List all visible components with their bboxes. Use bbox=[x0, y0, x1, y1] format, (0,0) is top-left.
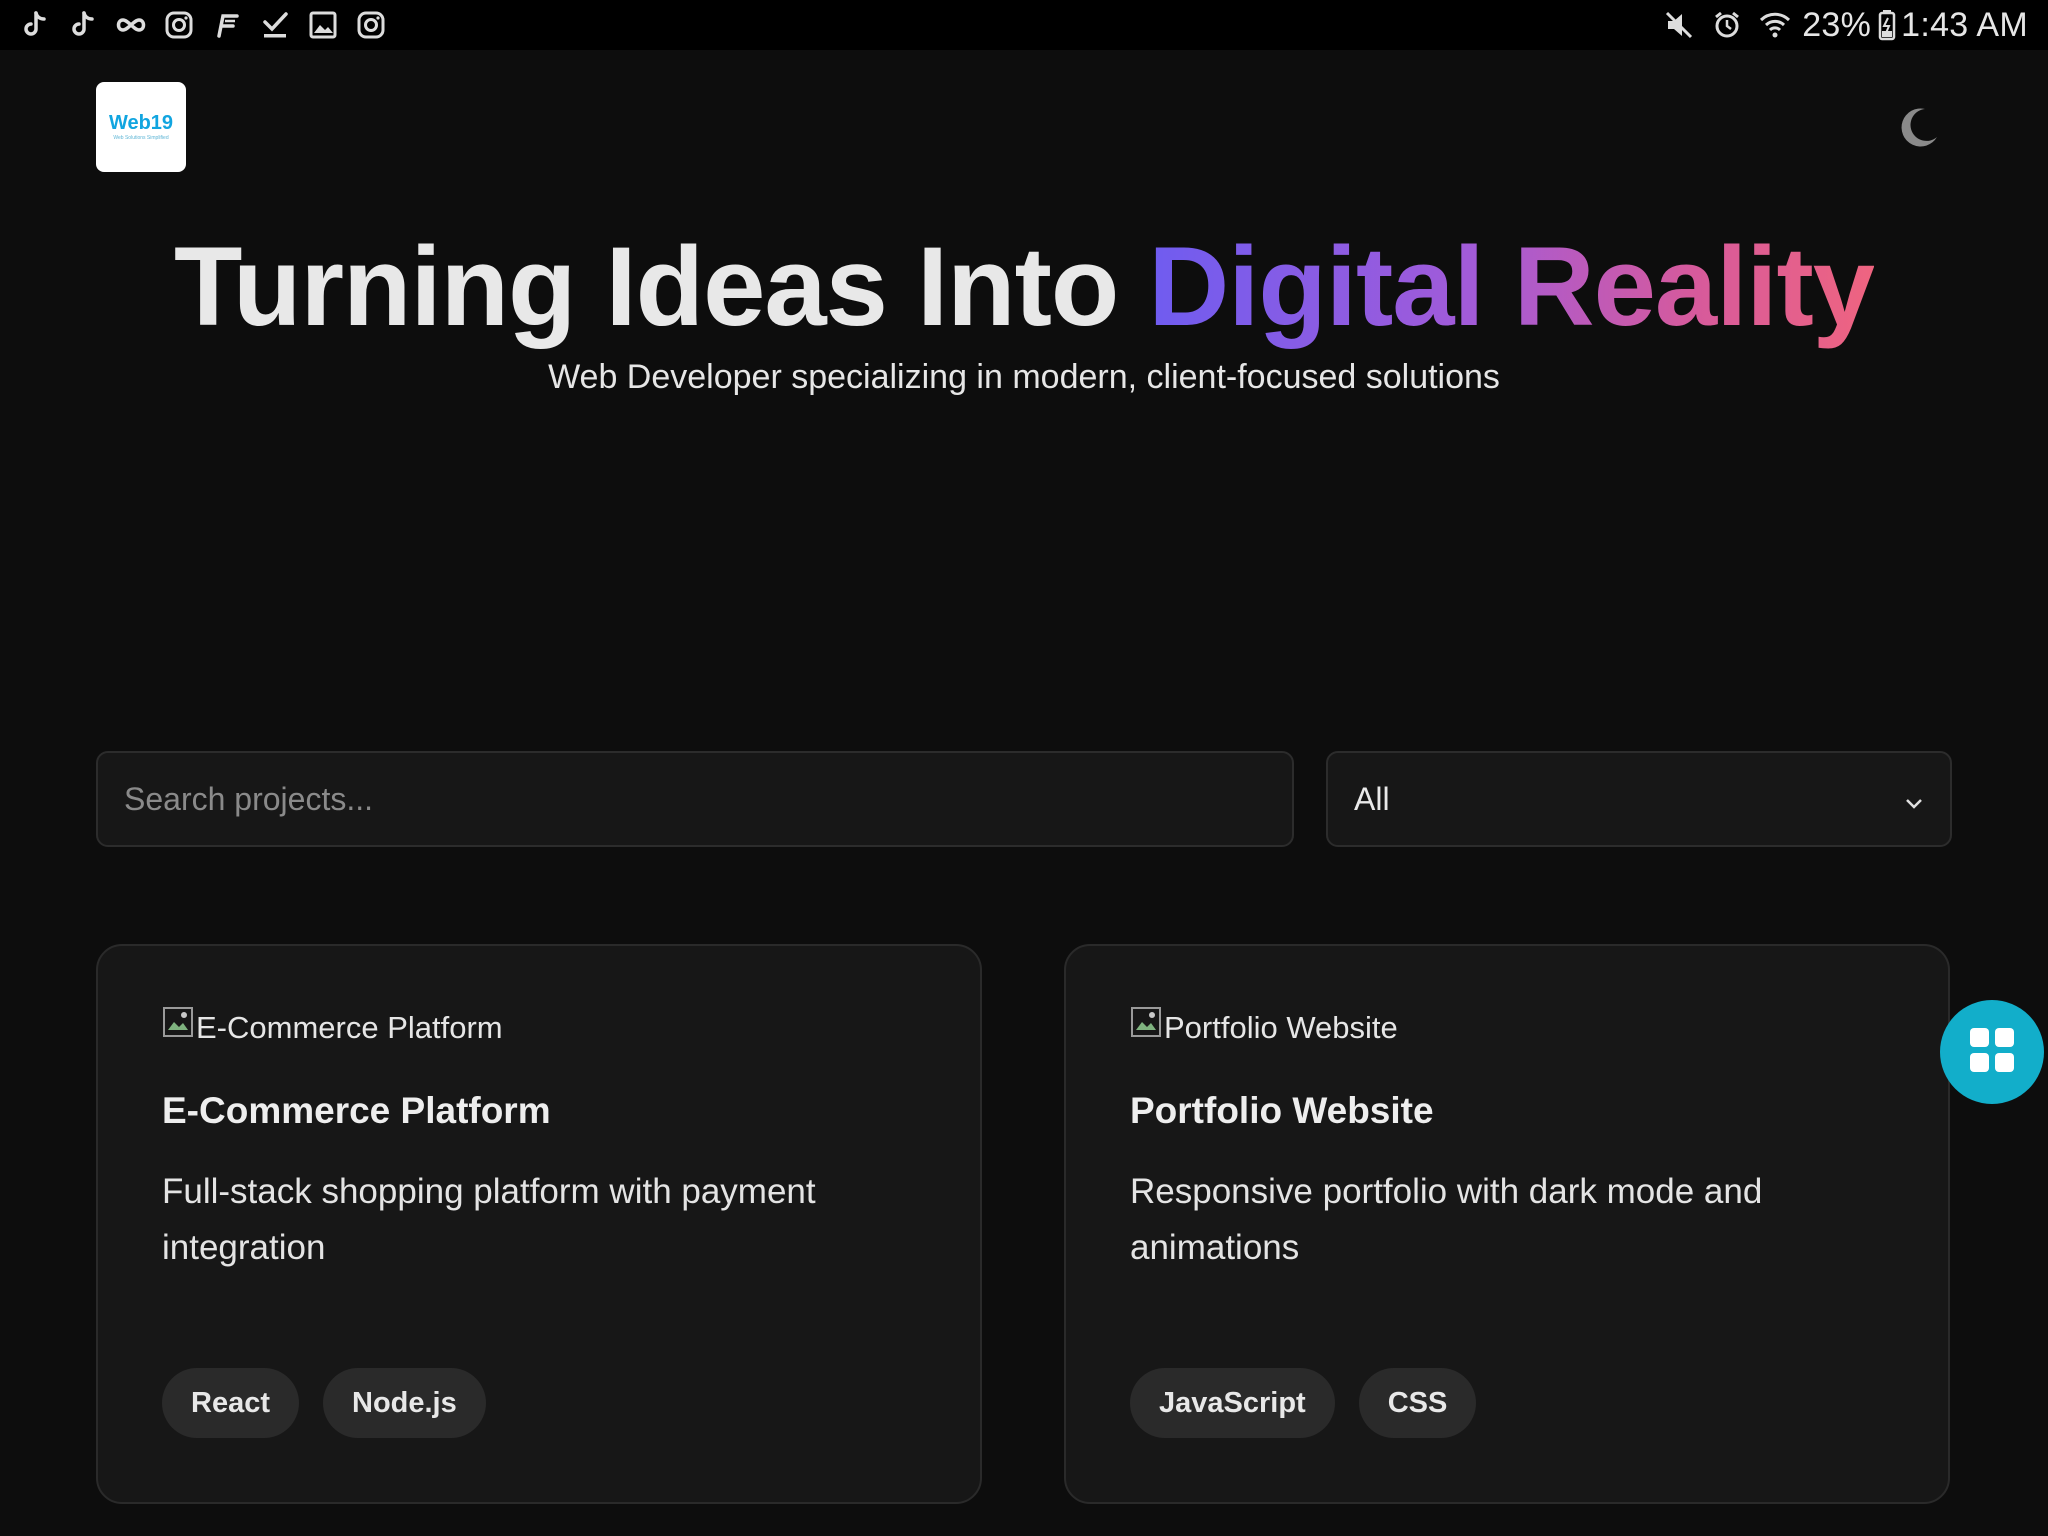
project-description: Responsive portfolio with dark mode and … bbox=[1130, 1172, 1763, 1267]
hero-title: Turning Ideas Into Digital Reality bbox=[0, 222, 2048, 351]
hero-subtitle: Web Developer specializing in modern, cl… bbox=[548, 358, 1500, 396]
logo-subtext: Web Solutions Simplified bbox=[113, 135, 169, 141]
wifi-icon bbox=[1758, 8, 1792, 42]
tech-tag: React bbox=[162, 1368, 299, 1438]
project-image-alt: Portfolio Website bbox=[1164, 1010, 1398, 1045]
theme-toggle-button[interactable] bbox=[1890, 100, 1948, 158]
moon-icon bbox=[1897, 105, 1941, 154]
broken-image-icon bbox=[1130, 1006, 1162, 1038]
category-select[interactable]: All bbox=[1326, 751, 1952, 847]
tech-tag: Node.js bbox=[323, 1368, 486, 1438]
tiktok-icon bbox=[66, 8, 100, 42]
notification-icons bbox=[18, 8, 402, 42]
tech-tag: JavaScript bbox=[1130, 1368, 1335, 1438]
infinity-icon bbox=[114, 8, 148, 42]
project-image: E-Commerce Platform bbox=[162, 1006, 916, 1050]
project-tags: React Node.js bbox=[162, 1368, 510, 1438]
status-bar: 23% 1:43 AM bbox=[0, 0, 2048, 50]
instagram-icon bbox=[162, 8, 196, 42]
download-done-icon bbox=[258, 8, 292, 42]
app-f-icon bbox=[210, 8, 244, 42]
hero-title-highlight: Digital Reality bbox=[1148, 224, 1875, 349]
project-image-alt: E-Commerce Platform bbox=[196, 1010, 503, 1045]
system-icons: 23% 1:43 AM bbox=[1648, 6, 2028, 45]
project-image: Portfolio Website bbox=[1130, 1006, 1884, 1050]
tech-tag: CSS bbox=[1358, 1368, 1477, 1438]
alarm-icon bbox=[1710, 8, 1744, 42]
project-description: Full-stack shopping platform with paymen… bbox=[162, 1172, 816, 1267]
project-card[interactable]: Portfolio Website Portfolio Website Resp… bbox=[1064, 944, 1950, 1504]
category-select-value: All bbox=[1354, 780, 1390, 817]
mute-icon bbox=[1662, 8, 1696, 42]
instagram-icon bbox=[354, 8, 388, 42]
chevron-down-icon bbox=[1904, 781, 1924, 818]
search-input[interactable] bbox=[96, 751, 1294, 847]
battery-percent: 23% bbox=[1802, 5, 1872, 44]
tiktok-icon bbox=[18, 8, 52, 42]
apps-menu-button[interactable] bbox=[1940, 1000, 2044, 1104]
project-card[interactable]: E-Commerce Platform E-Commerce Platform … bbox=[96, 944, 982, 1504]
battery-icon bbox=[1877, 8, 1897, 42]
logo-text: Web19 bbox=[108, 112, 174, 134]
grid-icon bbox=[1968, 1026, 2016, 1079]
broken-image-icon bbox=[162, 1006, 194, 1038]
clock: 1:43 AM bbox=[1901, 5, 2028, 44]
site-logo[interactable]: Web19 Web Solutions Simplified bbox=[96, 82, 186, 172]
gallery-icon bbox=[306, 8, 340, 42]
project-title: E-Commerce Platform bbox=[162, 1090, 551, 1131]
project-tags: JavaScript CSS bbox=[1130, 1368, 1500, 1438]
project-title: Portfolio Website bbox=[1130, 1090, 1434, 1131]
hero-title-plain: Turning Ideas Into bbox=[173, 224, 1149, 349]
